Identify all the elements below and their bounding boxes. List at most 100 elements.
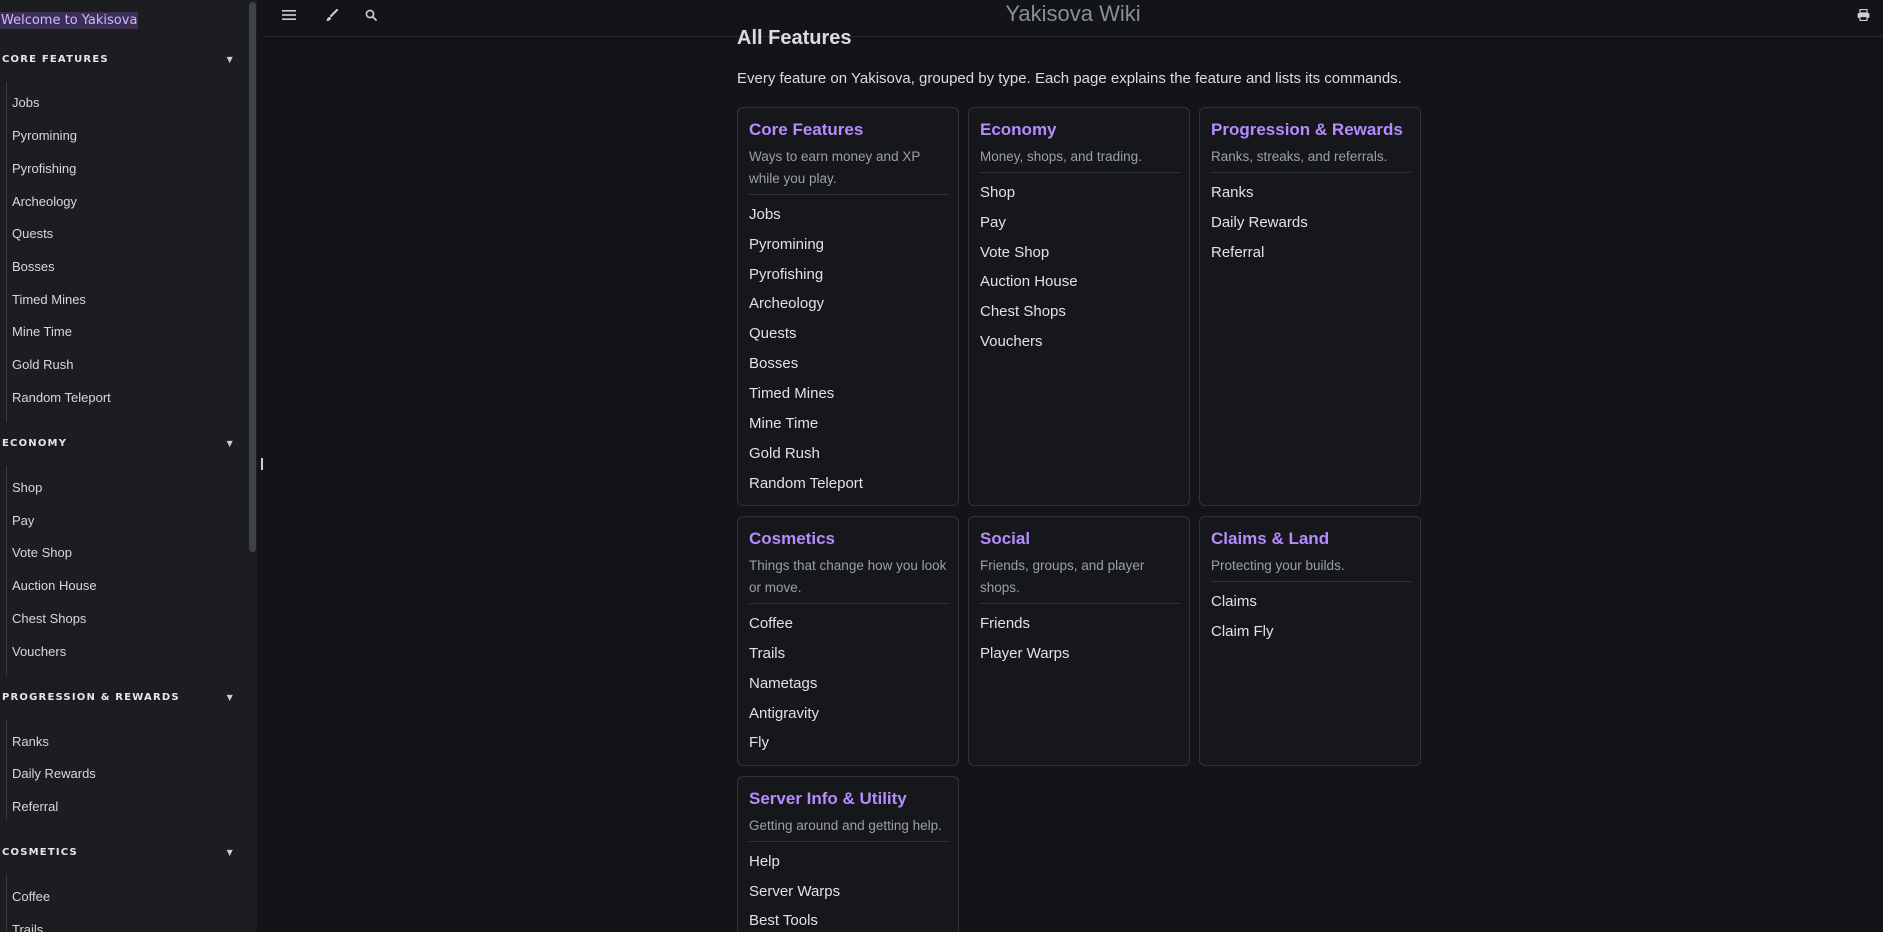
card-link-shop[interactable]: Shop: [980, 184, 1015, 202]
site-title: Yakisova Wiki: [1005, 1, 1141, 26]
card-link-best-tools[interactable]: Best Tools: [749, 912, 818, 930]
sidebar-item-vote-shop[interactable]: Vote Shop: [12, 545, 72, 561]
page-title: All Features: [737, 27, 852, 49]
chevron-down-icon[interactable]: ▼: [227, 691, 234, 705]
card-link-server-warps[interactable]: Server Warps: [749, 883, 840, 901]
sidebar-item-pyromining[interactable]: Pyromining: [12, 128, 77, 144]
sidebar-item-random-teleport[interactable]: Random Teleport: [12, 390, 111, 406]
card-link-random-teleport[interactable]: Random Teleport: [749, 475, 863, 493]
card-link-referral[interactable]: Referral: [1211, 244, 1264, 262]
card-link-chest-shops[interactable]: Chest Shops: [980, 303, 1066, 321]
card-description: Things that change how you look or move.: [749, 555, 946, 599]
card-link-coffee[interactable]: Coffee: [749, 615, 793, 633]
sidebar-item-archeology[interactable]: Archeology: [12, 194, 77, 210]
card-link-daily-rewards[interactable]: Daily Rewards: [1211, 214, 1308, 232]
sidebar-section-core-features[interactable]: CORE FEATURES ▼: [2, 53, 234, 67]
printer-icon[interactable]: [1853, 5, 1873, 25]
card-title[interactable]: Progression & Rewards: [1211, 120, 1403, 140]
card-link-friends[interactable]: Friends: [980, 615, 1030, 633]
card-link-ranks[interactable]: Ranks: [1211, 184, 1254, 202]
sidebar-item-pay[interactable]: Pay: [12, 513, 34, 529]
sidebar-section-title: PROGRESSION & REWARDS: [2, 692, 180, 703]
sidebar-section-title: COSMETICS: [2, 847, 78, 858]
card-link-bosses[interactable]: Bosses: [749, 355, 798, 373]
card-link-pyromining[interactable]: Pyromining: [749, 236, 824, 254]
sidebar-section-cosmetics[interactable]: COSMETICS ▼: [2, 846, 234, 860]
card-title[interactable]: Cosmetics: [749, 529, 835, 549]
card-divider: [749, 194, 949, 195]
chevron-down-icon[interactable]: ▼: [227, 846, 234, 860]
card-description-line: Things that change how you look: [749, 558, 947, 573]
card-title[interactable]: Core Features: [749, 120, 863, 140]
sidebar-section-title: ECONOMY: [2, 438, 68, 449]
sidebar: Welcome to Yakisova CORE FEATURES ▼ Jobs…: [0, 0, 257, 932]
card-description: Money, shops, and trading.: [980, 146, 1142, 168]
sidebar-item-quests[interactable]: Quests: [12, 226, 53, 242]
card-link-fly[interactable]: Fly: [749, 734, 769, 752]
feature-card-server-info-utility: Server Info & Utility Getting around and…: [737, 776, 959, 932]
sidebar-section-rule: [6, 720, 7, 820]
sidebar-item-bosses[interactable]: Bosses: [12, 259, 55, 275]
sidebar-scrollbar[interactable]: [249, 2, 256, 552]
card-link-player-warps[interactable]: Player Warps: [980, 645, 1069, 663]
sidebar-item-mine-time[interactable]: Mine Time: [12, 324, 72, 340]
sidebar-welcome-link[interactable]: Welcome to Yakisova: [0, 12, 139, 29]
feature-card-core-features: Core Features Ways to earn money and XP …: [737, 107, 959, 506]
card-link-nametags[interactable]: Nametags: [749, 675, 817, 693]
card-link-claims[interactable]: Claims: [1211, 593, 1257, 611]
card-link-claim-fly[interactable]: Claim Fly: [1211, 623, 1274, 641]
card-description-line: Friends, groups, and player: [980, 558, 1145, 573]
card-description-line: while you play.: [749, 171, 837, 186]
card-link-mine-time[interactable]: Mine Time: [749, 415, 818, 433]
sidebar-section-economy[interactable]: ECONOMY ▼: [2, 437, 234, 451]
card-link-archeology[interactable]: Archeology: [749, 295, 824, 313]
sidebar-item-jobs[interactable]: Jobs: [12, 95, 39, 111]
card-link-gold-rush[interactable]: Gold Rush: [749, 445, 820, 463]
card-link-timed-mines[interactable]: Timed Mines: [749, 385, 834, 403]
card-link-jobs[interactable]: Jobs: [749, 206, 781, 224]
paintbrush-icon[interactable]: [321, 5, 341, 25]
sidebar-item-gold-rush[interactable]: Gold Rush: [12, 357, 73, 373]
sidebar-section-rule: [6, 466, 7, 676]
card-link-auction-house[interactable]: Auction House: [980, 273, 1078, 291]
card-description: Friends, groups, and player shops.: [980, 555, 1144, 599]
card-description-line: Getting around and getting help.: [749, 818, 942, 833]
chevron-down-icon[interactable]: ▼: [227, 53, 234, 67]
sidebar-item-coffee[interactable]: Coffee: [12, 889, 50, 905]
card-link-vouchers[interactable]: Vouchers: [980, 333, 1043, 351]
card-link-help[interactable]: Help: [749, 853, 780, 871]
card-title[interactable]: Social: [980, 529, 1030, 549]
card-divider: [749, 841, 949, 842]
sidebar-item-ranks[interactable]: Ranks: [12, 734, 49, 750]
card-link-vote-shop[interactable]: Vote Shop: [980, 244, 1049, 262]
sidebar-item-pyrofishing[interactable]: Pyrofishing: [12, 161, 76, 177]
sidebar-section-title: CORE FEATURES: [2, 54, 109, 65]
card-title[interactable]: Claims & Land: [1211, 529, 1329, 549]
card-divider: [749, 603, 949, 604]
card-link-trails[interactable]: Trails: [749, 645, 785, 663]
card-divider: [1211, 172, 1411, 173]
card-link-pyrofishing[interactable]: Pyrofishing: [749, 266, 823, 284]
card-description-line: shops.: [980, 580, 1020, 595]
page-intro: Every feature on Yakisova, grouped by ty…: [737, 70, 1402, 87]
search-icon[interactable]: [361, 5, 381, 25]
card-link-pay[interactable]: Pay: [980, 214, 1006, 232]
sidebar-item-trails[interactable]: Trails: [12, 922, 43, 932]
sidebar-item-chest-shops[interactable]: Chest Shops: [12, 611, 86, 627]
card-link-antigravity[interactable]: Antigravity: [749, 705, 819, 723]
sidebar-item-timed-mines[interactable]: Timed Mines: [12, 292, 86, 308]
sidebar-item-shop[interactable]: Shop: [12, 480, 42, 496]
sidebar-item-referral[interactable]: Referral: [12, 799, 58, 815]
feature-card-progression-rewards: Progression & Rewards Ranks, streaks, an…: [1199, 107, 1421, 506]
sidebar-item-vouchers[interactable]: Vouchers: [12, 644, 66, 660]
sidebar-item-daily-rewards[interactable]: Daily Rewards: [12, 766, 96, 782]
sidebar-section-rule: [6, 875, 7, 932]
card-title[interactable]: Economy: [980, 120, 1057, 140]
chevron-down-icon[interactable]: ▼: [227, 437, 234, 451]
hamburger-icon[interactable]: [279, 5, 299, 25]
sidebar-item-auction-house[interactable]: Auction House: [12, 578, 97, 594]
card-title[interactable]: Server Info & Utility: [749, 789, 907, 809]
sidebar-section-progression-rewards[interactable]: PROGRESSION & REWARDS ▼: [2, 691, 234, 705]
card-link-quests[interactable]: Quests: [749, 325, 797, 343]
sidebar-resize-handle[interactable]: [261, 458, 263, 470]
